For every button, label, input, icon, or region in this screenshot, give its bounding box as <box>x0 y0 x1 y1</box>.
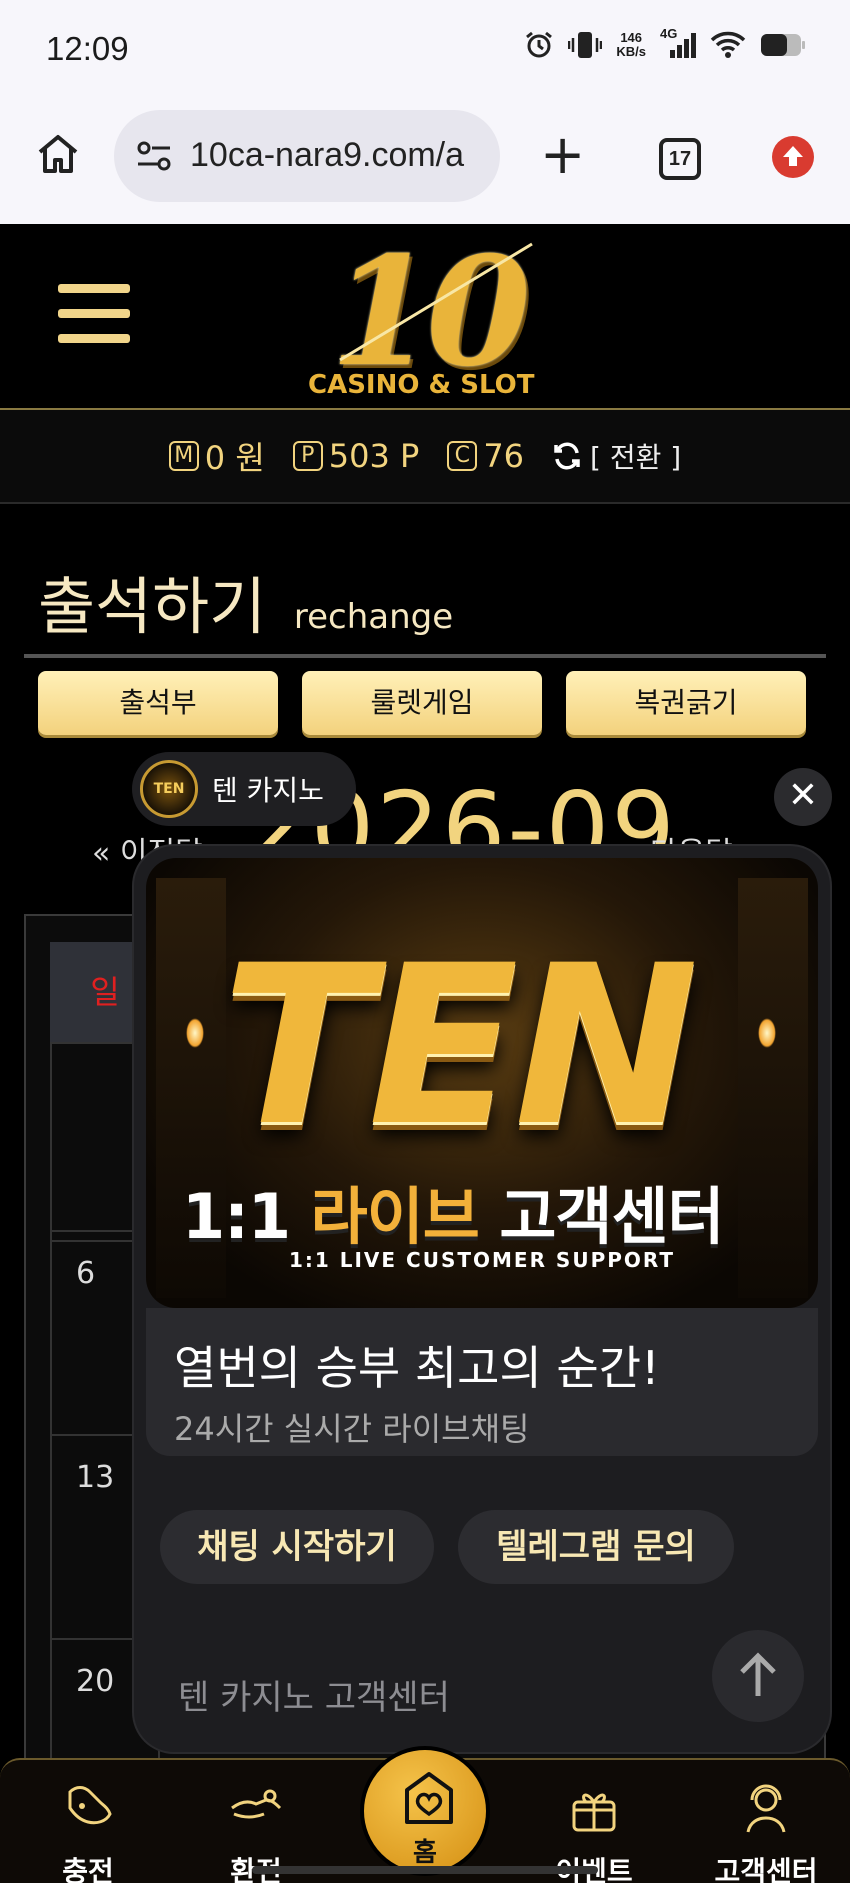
update-icon[interactable] <box>772 136 814 178</box>
site-logo[interactable]: 10 CASINO & SLOT <box>300 224 550 412</box>
banner-caption: 1:1 LIVE CUSTOMER SUPPORT <box>288 1248 676 1272</box>
site-settings-icon[interactable] <box>136 140 172 172</box>
status-bar: 12:09 146 KB/s 4G <box>0 0 850 100</box>
tab-switcher-button[interactable]: 17 <box>659 138 701 180</box>
heart-home-icon <box>405 1772 453 1824</box>
tab-roulette[interactable]: 룰렛게임 <box>302 671 542 735</box>
refresh-icon <box>554 442 580 470</box>
point-balance: P 503 P <box>292 437 419 475</box>
address-bar[interactable]: 10ca-nara9.com/a <box>114 110 500 202</box>
home-icon[interactable] <box>36 132 80 176</box>
site-header: 10 CASINO & SLOT <box>0 224 850 410</box>
divider <box>24 654 826 658</box>
logo-subtitle: CASINO & SLOT <box>308 370 535 400</box>
tab-lottery[interactable]: 복권긁기 <box>566 671 806 735</box>
vibrate-icon <box>568 32 603 58</box>
agent-avatar: TEN <box>140 760 198 818</box>
start-chat-button[interactable]: 채팅 시작하기 <box>160 1510 434 1584</box>
nav-home-label: 홈 <box>413 1838 437 1868</box>
chat-intro-card: 열번의 승부 최고의 순간! 24시간 실시간 라이브채팅 <box>146 1308 818 1456</box>
logo-swoosh <box>339 242 533 362</box>
gift-icon <box>572 1793 616 1832</box>
new-tab-button[interactable]: + <box>540 128 585 182</box>
support-agent-icon <box>746 1784 786 1833</box>
nav-support[interactable]: 고객센터 <box>706 1778 826 1883</box>
battery-icon <box>761 34 805 56</box>
chat-headline: 열번의 승부 최고의 순간! <box>174 1341 660 1395</box>
money-balance: M0 원 <box>168 433 265 479</box>
point-icon: P <box>292 441 323 471</box>
balance-bar: M0 원 P 503 P C 76 [ 전환 ] <box>0 410 850 504</box>
signal-icon: 4G <box>660 26 696 60</box>
status-icons: 146 KB/s 4G <box>524 26 806 60</box>
page-title: 출석하기 rechange <box>38 570 454 643</box>
close-icon[interactable]: ✕ <box>774 768 832 826</box>
nav-deposit[interactable]: 충전 <box>28 1778 148 1883</box>
browser-toolbar: 10ca-nara9.com/a + 17 <box>0 100 850 224</box>
banner-headline: 1:1 라이브 고객센터 <box>182 1180 725 1253</box>
coin-icon: C <box>447 441 478 471</box>
net-speed: 146 KB/s <box>616 30 646 59</box>
banner-brand: TEN <box>222 918 698 1174</box>
coin-balance: C 76 <box>447 437 524 475</box>
tab-attendance[interactable]: 출석부 <box>38 671 278 735</box>
nav-home[interactable]: 홈 <box>360 1746 490 1876</box>
arrow-up-icon <box>740 1652 776 1696</box>
send-button[interactable] <box>712 1630 804 1722</box>
wifi-icon <box>710 31 746 58</box>
money-icon: M <box>168 441 199 471</box>
convert-button[interactable]: [ 전환 ] <box>552 436 681 476</box>
alarm-icon <box>526 31 553 58</box>
telegram-inquiry-button[interactable]: 텔레그램 문의 <box>458 1510 734 1584</box>
support-banner: TEN 1:1 라이브 고객센터 1:1 LIVE CUSTOMER SUPPO… <box>146 858 818 1308</box>
clock: 12:09 <box>46 30 129 67</box>
gesture-bar <box>252 1866 598 1874</box>
agent-name: 텐 카지노 <box>212 774 324 807</box>
withdraw-icon <box>231 1789 282 1819</box>
deposit-icon <box>68 1786 112 1825</box>
url-text: 10ca-nara9.com/a <box>190 136 465 174</box>
chat-agent-badge[interactable]: TEN 텐 카지노 <box>132 752 356 826</box>
chat-subline: 24시간 실시간 라이브채팅 <box>174 1410 530 1448</box>
chat-panel: TEN 1:1 라이브 고객센터 1:1 LIVE CUSTOMER SUPPO… <box>134 846 830 1752</box>
chat-input[interactable]: 텐 카지노 고객센터 <box>178 1670 450 1719</box>
menu-icon[interactable] <box>58 284 130 344</box>
